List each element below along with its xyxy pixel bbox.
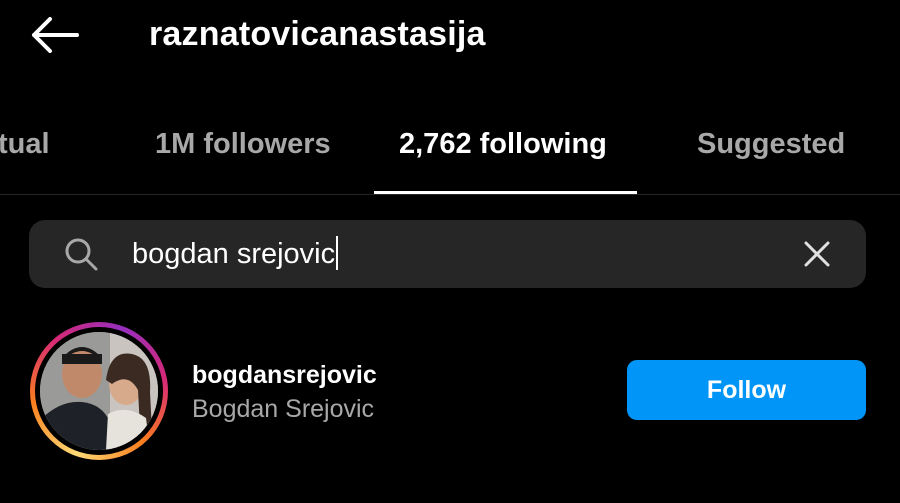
- tab-following[interactable]: 2,762 following: [399, 122, 607, 166]
- tab-followers[interactable]: 1M followers: [155, 122, 331, 166]
- page-title: raznatovicanastasija: [149, 15, 486, 53]
- search-input-value: bogdan srejovic: [132, 238, 336, 270]
- tab-mutual[interactable]: tual: [0, 122, 50, 166]
- result-username[interactable]: bogdansrejovic: [192, 358, 377, 392]
- tab-bar: tual 1M followers 2,762 following Sugges…: [0, 100, 900, 194]
- header: raznatovicanastasija: [0, 0, 900, 70]
- story-ring[interactable]: [30, 322, 168, 460]
- tabs-divider: [0, 194, 900, 195]
- search-icon: [65, 238, 98, 271]
- tab-suggested[interactable]: Suggested: [697, 122, 845, 166]
- search-bar[interactable]: bogdan srejovic: [29, 220, 866, 288]
- avatar: [40, 332, 158, 450]
- result-full-name: Bogdan Srejovic: [192, 395, 375, 423]
- follow-button[interactable]: Follow: [627, 360, 866, 420]
- arrow-left-icon: [32, 17, 79, 53]
- search-input[interactable]: bogdan srejovic: [132, 232, 339, 276]
- close-icon[interactable]: [799, 236, 835, 272]
- back-button[interactable]: [26, 12, 84, 58]
- following-screen: raznatovicanastasija tual 1M followers 2…: [0, 0, 900, 503]
- list-item[interactable]: bogdansrejovic Bogdan Srejovic Follow: [0, 318, 900, 468]
- text-caret: [336, 236, 339, 271]
- avatar-photo: [40, 332, 158, 450]
